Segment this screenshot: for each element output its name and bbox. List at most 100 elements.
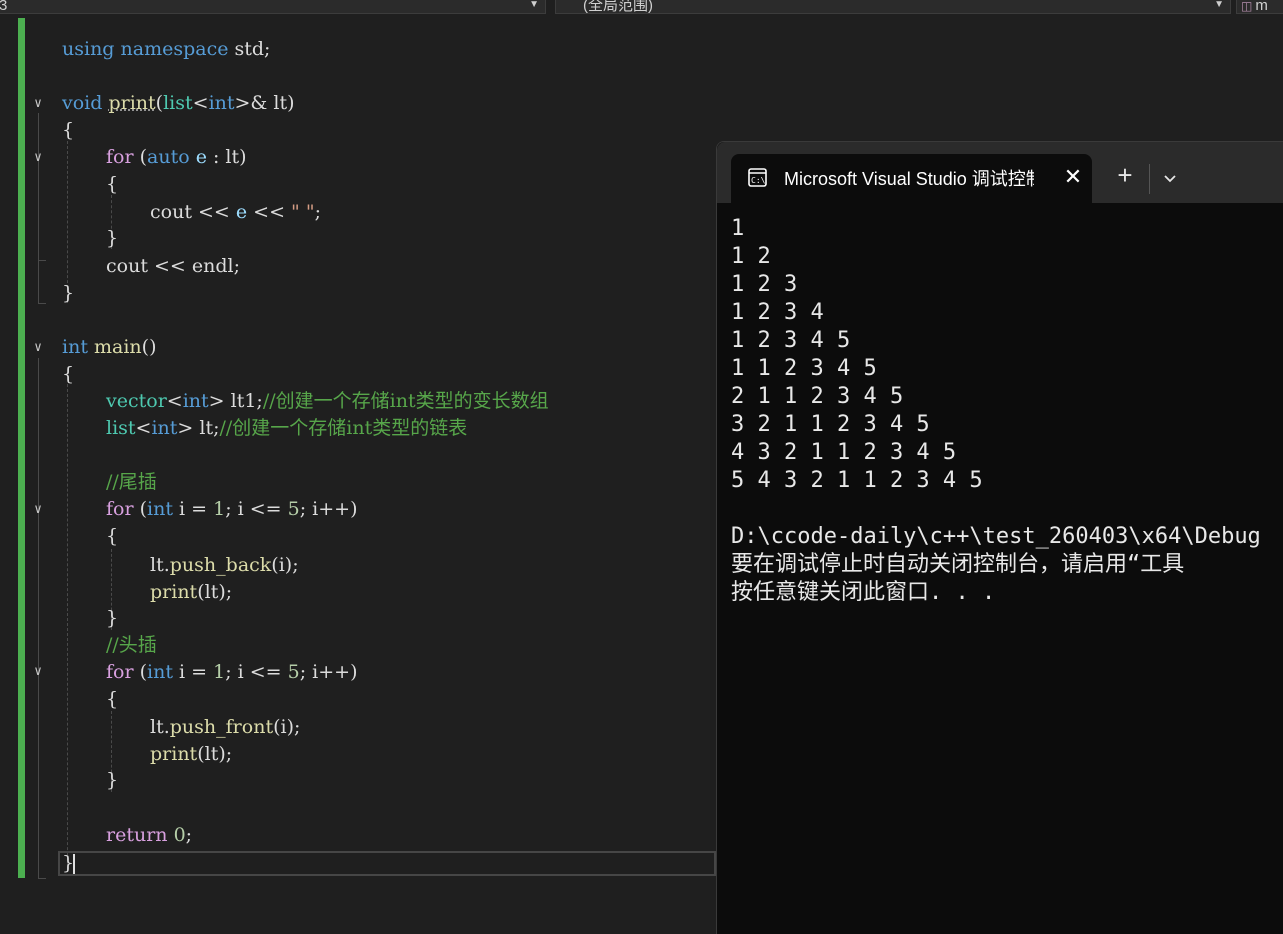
fold-region-line (38, 168, 39, 260)
current-line-highlight (58, 851, 716, 876)
console-output-line: 1 1 2 3 4 5 (731, 356, 877, 381)
console-output-line: 1 (731, 216, 745, 241)
code-line: int main() (62, 334, 157, 361)
keyword: namespace (120, 38, 229, 60)
code-line: vector<int> lt1;//创建一个存储int类型的变长数组 (106, 388, 549, 415)
code-line: } (106, 769, 119, 791)
svg-text:C:\: C:\ (751, 176, 766, 185)
number-literal: 5 (287, 498, 300, 520)
function-name: print (150, 581, 198, 603)
variable: e (235, 201, 248, 223)
console-output-line: 5 4 3 2 1 1 2 3 4 5 (731, 468, 983, 493)
keyword: int (147, 661, 173, 683)
code-text: (i); (273, 716, 301, 738)
code-text: >& lt) (234, 92, 295, 114)
variable: e (189, 146, 207, 168)
keyword: for (106, 146, 134, 168)
console-output-line: 1 2 3 (731, 272, 798, 297)
keyword: int (208, 92, 235, 114)
text-caret (73, 854, 75, 874)
code-text: ; (185, 824, 193, 846)
keyword: return (106, 824, 168, 846)
number-literal: 0 (173, 824, 186, 846)
code-text: () (141, 336, 157, 358)
code-text: (lt); (197, 743, 233, 765)
function-name: push_back (169, 554, 272, 576)
code-text: ( (133, 661, 148, 683)
code-text: lt. (150, 716, 170, 738)
console-titlebar: C:\ Microsoft Visual Studio 调试控制台 ✕ + (717, 142, 1283, 203)
divider (1149, 164, 1150, 194)
code-text: ( (133, 498, 148, 520)
navigation-bar: 3 ▼ (全局范围) ▼ ◫m (0, 0, 1283, 18)
comment: //创建一个存储int类型的变长数组 (262, 390, 549, 412)
code-line: print(lt); (150, 741, 232, 768)
member-combo[interactable]: ◫ m (1236, 0, 1283, 14)
fold-region-end (38, 303, 46, 304)
new-tab-button[interactable]: + (1113, 162, 1137, 188)
code-line: } (106, 607, 119, 629)
comment-tail-insert: //尾插 (106, 471, 157, 493)
chevron-down-icon: ▼ (529, 0, 539, 10)
code-line: for (int i = 1; i <= 5; i++) (106, 659, 358, 686)
fold-toggle-icon[interactable]: ∨ (30, 664, 46, 680)
code-text: ; i++) (299, 661, 358, 683)
console-output-line: 1 2 3 4 5 (731, 328, 851, 353)
code-text: > lt1; (208, 390, 263, 412)
keyword: int (62, 336, 88, 358)
keyword: int (151, 417, 178, 439)
fold-region-end (38, 260, 46, 261)
fold-toggle-icon[interactable]: ∨ (30, 340, 46, 356)
console-output-line: 3 2 1 1 2 3 4 5 (731, 412, 930, 437)
close-icon[interactable]: ✕ (1062, 166, 1084, 189)
code-text: ; i++) (299, 498, 358, 520)
cube-icon: ◫ (1241, 0, 1253, 13)
code-text: ( (133, 146, 148, 168)
type-name: vector (106, 390, 167, 412)
code-line: for (int i = 1; i <= 5; i++) (106, 496, 358, 523)
code-text: ; i <= (225, 661, 288, 683)
type-name: list (106, 417, 136, 439)
code-text: << (247, 201, 292, 223)
indent-guide (67, 384, 68, 870)
code-text: lt. (150, 554, 170, 576)
scope-combo-value: (全局范围) (583, 0, 653, 14)
fold-region-line (38, 358, 39, 878)
change-tracking-bar (18, 18, 25, 878)
console-output-line: 要在调试停止时自动关闭控制台，请启用“工具 (731, 552, 1185, 577)
code-line: return 0; (106, 822, 192, 849)
code-text: ( (155, 92, 164, 114)
indent-guide (67, 141, 68, 303)
code-editor[interactable]: ∨ ∨ ∨ ∨ ∨ using namespace std; void prin… (0, 18, 716, 934)
console-output-line: 1 2 3 4 (731, 300, 824, 325)
project-combo[interactable]: 3 ▼ (0, 0, 546, 14)
number-literal: 5 (287, 661, 300, 683)
code-line: { (106, 173, 119, 195)
code-text: ; i <= (225, 498, 288, 520)
code-line: { (62, 119, 75, 141)
fold-toggle-icon[interactable]: ∨ (30, 150, 46, 166)
fold-toggle-icon[interactable]: ∨ (30, 502, 46, 518)
number-literal: 1 (213, 661, 226, 683)
comment: //创建一个存储int类型的链表 (219, 417, 468, 439)
code-line: lt.push_front(i); (150, 714, 300, 741)
code-line: list<int> lt;//创建一个存储int类型的链表 (106, 415, 467, 442)
code-text: < (135, 417, 152, 439)
code-line: } (62, 282, 75, 304)
tab-debug-console[interactable]: C:\ Microsoft Visual Studio 调试控制台 ✕ (731, 154, 1092, 203)
keyword: for (106, 498, 134, 520)
code-text: : lt) (206, 146, 247, 168)
scope-combo[interactable]: (全局范围) ▼ (555, 0, 1231, 14)
code-line: { (106, 688, 119, 710)
debug-console-window[interactable]: C:\ Microsoft Visual Studio 调试控制台 ✕ + 1 1… (716, 141, 1283, 934)
chevron-down-icon[interactable] (1160, 169, 1180, 189)
code-line: using namespace std; (62, 36, 270, 63)
function-name: print (150, 743, 198, 765)
console-output: 1 1 2 1 2 3 1 2 3 4 1 2 3 4 5 1 1 2 3 4 5 2 1 … (731, 215, 1283, 607)
code-text: < (166, 390, 183, 412)
comment-head-insert: //头插 (106, 634, 157, 656)
string-literal: " " (291, 201, 315, 223)
console-output-line: D:\ccode-daily\c++\test_260403\x64\Debug (731, 524, 1261, 549)
fold-toggle-icon[interactable]: ∨ (30, 96, 46, 112)
code-text: > lt; (177, 417, 220, 439)
